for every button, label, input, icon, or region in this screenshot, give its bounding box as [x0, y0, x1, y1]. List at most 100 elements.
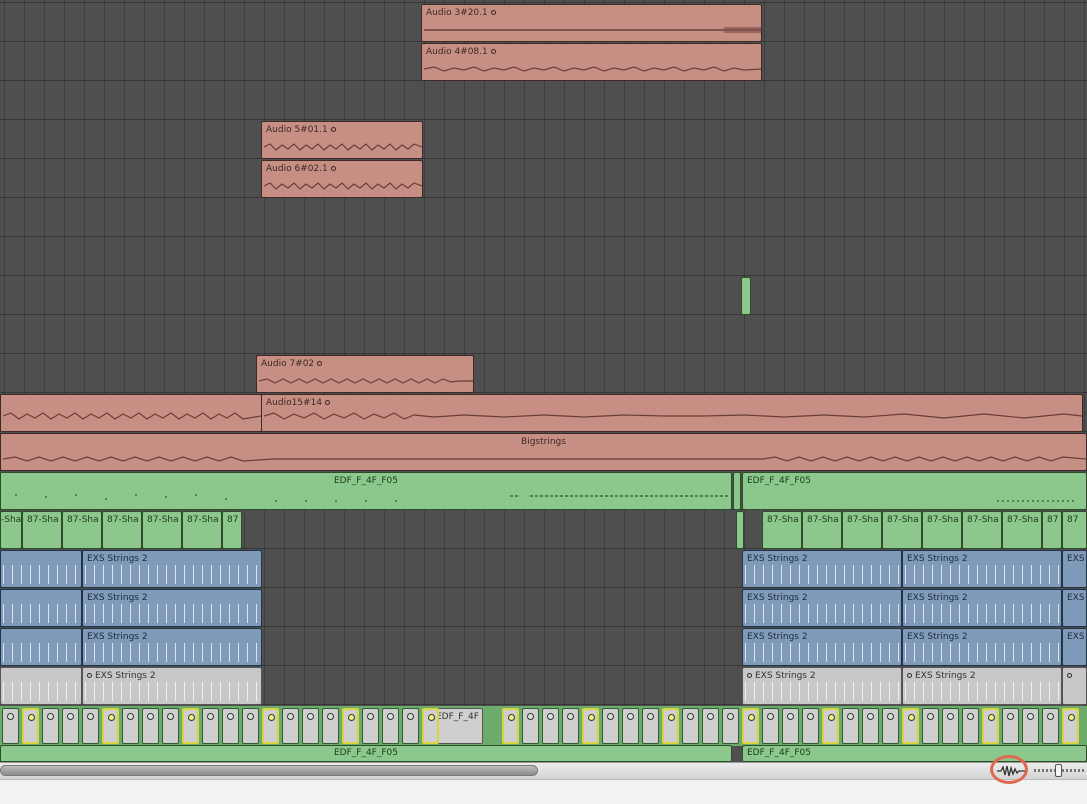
midi-region-edf-main-2[interactable]: EDF_F_4F_F05: [742, 472, 1087, 510]
drum-step-region[interactable]: [182, 708, 199, 744]
audio-region-audio-7[interactable]: Audio 7#02: [256, 355, 474, 393]
drum-step-region[interactable]: [522, 708, 539, 744]
drum-step-region[interactable]: [322, 708, 339, 744]
audio-region-audio-4[interactable]: Audio 4#08.1: [421, 43, 762, 81]
midi-region-exs-left[interactable]: [0, 589, 82, 627]
midi-region-sha-left[interactable]: -Sha: [0, 511, 22, 549]
midi-region-edf-bottom-2[interactable]: EDF_F_4F_F05: [742, 745, 1087, 762]
drum-step-region[interactable]: [142, 708, 159, 744]
midi-region-edf-tiny[interactable]: [733, 472, 741, 510]
drum-step-region[interactable]: [662, 708, 679, 744]
midi-region-sha[interactable]: 87-Sha: [182, 511, 222, 549]
midi-region-exs[interactable]: EXS Strings 2: [82, 550, 262, 588]
midi-region-exs-muted[interactable]: EXS Strings 2: [742, 667, 902, 705]
drum-step-region[interactable]: [862, 708, 879, 744]
drum-step-region[interactable]: [82, 708, 99, 744]
drum-step-region[interactable]: [802, 708, 819, 744]
drum-step-region[interactable]: [1002, 708, 1019, 744]
drum-step-region[interactable]: [582, 708, 599, 744]
midi-region-exs[interactable]: EXS Strings 2: [742, 589, 902, 627]
drum-step-region[interactable]: [502, 708, 519, 744]
midi-region-exs[interactable]: EXS Strings 2: [902, 628, 1062, 666]
midi-region-sha[interactable]: 87-Sha: [962, 511, 1002, 549]
midi-region-exs[interactable]: EXS Strings 2: [902, 589, 1062, 627]
midi-region-exs[interactable]: EXS Strings 2: [742, 550, 902, 588]
drum-step-region[interactable]: [1042, 708, 1059, 744]
scrollbar-thumb[interactable]: [0, 765, 538, 776]
drum-step-region[interactable]: [162, 708, 179, 744]
drum-step-region[interactable]: [202, 708, 219, 744]
audio-region-audio-5[interactable]: Audio 5#01.1: [261, 121, 423, 159]
midi-region-sha[interactable]: 87-Sha: [62, 511, 102, 549]
zoom-slider-knob[interactable]: [1055, 764, 1063, 777]
midi-region-sha[interactable]: 87-Sha: [762, 511, 802, 549]
drum-step-region[interactable]: [962, 708, 979, 744]
drum-step-region[interactable]: [782, 708, 799, 744]
midi-region-edf-bottom-1[interactable]: EDF_F_4F_F05: [0, 745, 732, 762]
drum-step-region[interactable]: [602, 708, 619, 744]
drum-step-region[interactable]: [922, 708, 939, 744]
midi-region-sha[interactable]: 87-Sha: [882, 511, 922, 549]
midi-region-sha[interactable]: 87-Sha: [102, 511, 142, 549]
midi-region-sha-tiny[interactable]: [736, 511, 744, 549]
drum-step-region[interactable]: [282, 708, 299, 744]
midi-region-sha[interactable]: 87-Sha: [1002, 511, 1042, 549]
drum-step-region[interactable]: [262, 708, 279, 744]
drum-step-region[interactable]: [742, 708, 759, 744]
midi-region-exs-muted[interactable]: [1062, 667, 1087, 705]
audio-region-left[interactable]: [0, 394, 262, 432]
drum-step-region[interactable]: [62, 708, 79, 744]
midi-region-exs[interactable]: EXS: [1062, 589, 1087, 627]
drum-step-region[interactable]: [682, 708, 699, 744]
horizontal-scrollbar[interactable]: [0, 762, 1087, 779]
drum-step-region[interactable]: [242, 708, 259, 744]
midi-region-exs-muted[interactable]: EXS Strings 2: [902, 667, 1062, 705]
drum-step-region[interactable]: [642, 708, 659, 744]
drum-step-region[interactable]: [22, 708, 39, 744]
drum-step-region[interactable]: [102, 708, 119, 744]
drum-step-region[interactable]: [822, 708, 839, 744]
midi-region-exs-left[interactable]: [0, 550, 82, 588]
drum-step-region[interactable]: [122, 708, 139, 744]
drum-step-region[interactable]: [222, 708, 239, 744]
drum-step-region[interactable]: [362, 708, 379, 744]
drum-step-region[interactable]: [1022, 708, 1039, 744]
drum-step-region[interactable]: [942, 708, 959, 744]
drum-step-region[interactable]: [42, 708, 59, 744]
midi-region-sha[interactable]: 87: [1042, 511, 1062, 549]
midi-region-small[interactable]: [741, 277, 751, 315]
drum-step-region[interactable]: [762, 708, 779, 744]
midi-region-exs-muted-left[interactable]: [0, 667, 82, 705]
drum-step-region[interactable]: [342, 708, 359, 744]
midi-region-exs-left[interactable]: [0, 628, 82, 666]
waveform-zoom-icon[interactable]: [993, 764, 1029, 778]
midi-region-sha[interactable]: 87: [222, 511, 242, 549]
midi-region-exs[interactable]: EXS: [1062, 550, 1087, 588]
drum-step-region[interactable]: [722, 708, 739, 744]
drum-step-region[interactable]: [382, 708, 399, 744]
audio-region-bigstrings[interactable]: Bigstrings: [0, 433, 1087, 471]
midi-region-sha[interactable]: 87: [1062, 511, 1087, 549]
audio-region-audio-6[interactable]: Audio 6#02.1: [261, 160, 423, 198]
drum-step-region[interactable]: [2, 708, 19, 744]
arrange-area[interactable]: Audio 3#20.1 Audio 4#08.1 Audio 5#01.1 A…: [0, 0, 1087, 762]
drum-step-region[interactable]: [702, 708, 719, 744]
midi-region-edf-main-1[interactable]: EDF_F_4F_F05: [0, 472, 732, 510]
drum-step-region[interactable]: [882, 708, 899, 744]
drum-step-region[interactable]: [842, 708, 859, 744]
audio-region-audio-15[interactable]: Audio15#14: [261, 394, 1083, 432]
midi-region-exs[interactable]: EXS Strings 2: [82, 628, 262, 666]
midi-region-sha[interactable]: 87-Sha: [922, 511, 962, 549]
audio-region-audio-3[interactable]: Audio 3#20.1: [421, 4, 762, 42]
drum-step-region[interactable]: [902, 708, 919, 744]
drum-step-region[interactable]: [542, 708, 559, 744]
midi-region-sha[interactable]: 87-Sha: [802, 511, 842, 549]
midi-region-exs-muted[interactable]: EXS Strings 2: [82, 667, 262, 705]
drum-step-region[interactable]: [622, 708, 639, 744]
drum-step-region[interactable]: [402, 708, 419, 744]
drum-step-region[interactable]: [562, 708, 579, 744]
drum-step-region[interactable]: [982, 708, 999, 744]
midi-region-sha[interactable]: 87-Sha: [22, 511, 62, 549]
midi-region-exs[interactable]: EXS Strings 2: [902, 550, 1062, 588]
midi-region-exs[interactable]: EXS: [1062, 628, 1087, 666]
